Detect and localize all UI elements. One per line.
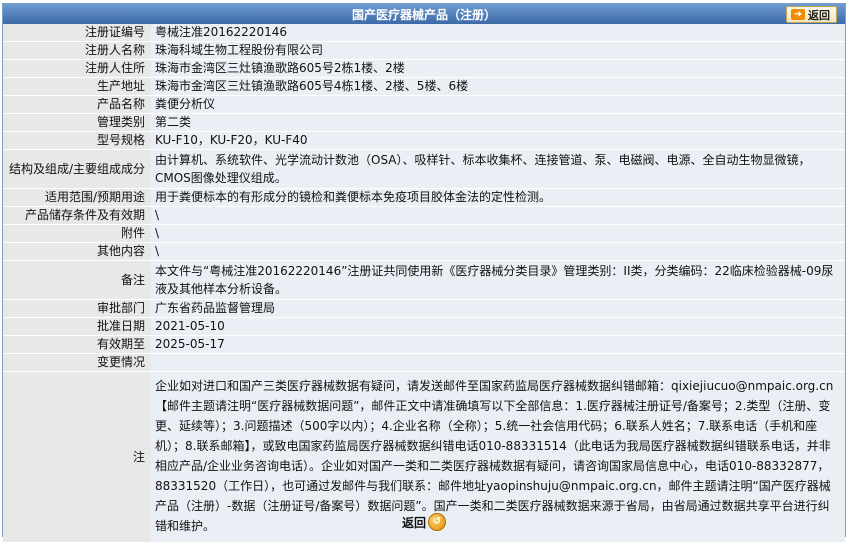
table-row: 型号规格 KU-F10，KU-F20，KU-F40 xyxy=(3,131,845,150)
field-value: 广东省药品监督管理局 xyxy=(151,299,845,318)
field-value: 由计算机、系统软件、光学流动计数池（OSA）、吸样针、标本收集杯、连接管道、泵、… xyxy=(151,149,845,189)
field-value: 第二类 xyxy=(151,113,845,132)
detail-table: 注册证编号 粤械注准20162220146 注册人名称 珠海科域生物工程股份有限公司注… xyxy=(3,24,845,543)
table-row: 审批部门 广东省药品监督管理局 xyxy=(3,299,845,318)
table-row: 注册人住所 珠海市金湾区三灶镇渔歌路605号2栋1楼、2楼 xyxy=(3,59,845,78)
field-label: 批准日期 xyxy=(3,317,151,336)
field-label: 注册人住所 xyxy=(3,59,151,78)
footer: 返回 ↺ xyxy=(3,510,845,534)
field-value: 珠海科域生物工程股份有限公司 xyxy=(151,41,845,60)
field-label: 生产地址 xyxy=(3,77,151,96)
field-value: 粪便分析仪 xyxy=(151,95,845,114)
field-value xyxy=(151,353,845,372)
field-value: 用于粪便标本的有形成分的镜检和粪便标本免疫项目胶体金法的定性检测。 xyxy=(151,188,845,207)
field-label: 有效期至 xyxy=(3,335,151,354)
table-row: 备注 本文件与“粤械注准20162220146”注册证共同使用新《医疗器械分类目录… xyxy=(3,260,845,300)
table-row: 有效期至 2025-05-17 xyxy=(3,335,845,354)
field-label: 管理类别 xyxy=(3,113,151,132)
table-row: 注册人名称 珠海科域生物工程股份有限公司 xyxy=(3,41,845,60)
arrow-right-icon: ➜ xyxy=(791,9,805,20)
field-value: 本文件与“粤械注准20162220146”注册证共同使用新《医疗器械分类目录》管… xyxy=(151,260,845,300)
table-row: 管理类别 第二类 xyxy=(3,113,845,132)
field-label: 产品储存条件及有效期 xyxy=(3,206,151,225)
table-row: 适用范围/预期用途 用于粪便标本的有形成分的镜检和粪便标本免疫项目胶体金法的定性检… xyxy=(3,188,845,207)
field-label: 型号规格 xyxy=(3,131,151,150)
back-button-bottom[interactable]: 返回 ↺ xyxy=(402,513,446,531)
back-label-bottom: 返回 xyxy=(401,515,426,530)
field-value: \ xyxy=(151,224,845,243)
table-row: 其他内容 \ xyxy=(3,242,845,261)
table-row: 变更情况 xyxy=(3,353,845,372)
field-value: 2021-05-10 xyxy=(151,317,845,336)
field-value: KU-F10，KU-F20，KU-F40 xyxy=(151,131,845,150)
field-label: 结构及组成/主要组成成分 xyxy=(3,149,151,189)
back-label-top: 返回 xyxy=(808,8,830,22)
field-label: 注册证编号 xyxy=(3,24,151,42)
table-row: 产品储存条件及有效期 \ xyxy=(3,206,845,225)
field-value: 2025-05-17 xyxy=(151,335,845,354)
field-label: 适用范围/预期用途 xyxy=(3,188,151,207)
field-label: 其他内容 xyxy=(3,242,151,261)
field-label: 附件 xyxy=(3,224,151,243)
back-circle-icon: ↺ xyxy=(428,513,446,531)
field-label: 审批部门 xyxy=(3,299,151,318)
title-bar: 国产医疗器械产品（注册） ➜ 返回 xyxy=(3,4,845,24)
field-label: 产品名称 xyxy=(3,95,151,114)
field-label: 变更情况 xyxy=(3,353,151,372)
back-button-top[interactable]: ➜ 返回 xyxy=(786,6,837,23)
field-value: 粤械注准20162220146 xyxy=(151,24,845,42)
field-value: \ xyxy=(151,242,845,261)
detail-panel: 国产医疗器械产品（注册） ➜ 返回 注册证编号 粤械注准20162220146 注册… xyxy=(2,3,846,543)
page-title: 国产医疗器械产品（注册） xyxy=(351,7,496,22)
table-row: 产品名称 粪便分析仪 xyxy=(3,95,845,114)
table-row: 附件 \ xyxy=(3,224,845,243)
field-value: 珠海市金湾区三灶镇渔歌路605号4栋1楼、2楼、5楼、6楼 xyxy=(151,77,845,96)
table-row: 结构及组成/主要组成成分 由计算机、系统软件、光学流动计数池（OSA）、吸样针、标… xyxy=(3,149,845,189)
field-label: 备注 xyxy=(3,260,151,300)
field-value: \ xyxy=(151,206,845,225)
table-row: 注册证编号 粤械注准20162220146 xyxy=(3,24,845,42)
field-label: 注册人名称 xyxy=(3,41,151,60)
table-row: 批准日期 2021-05-10 xyxy=(3,317,845,336)
field-value: 珠海市金湾区三灶镇渔歌路605号2栋1楼、2楼 xyxy=(151,59,845,78)
table-row: 生产地址 珠海市金湾区三灶镇渔歌路605号4栋1楼、2楼、5楼、6楼 xyxy=(3,77,845,96)
